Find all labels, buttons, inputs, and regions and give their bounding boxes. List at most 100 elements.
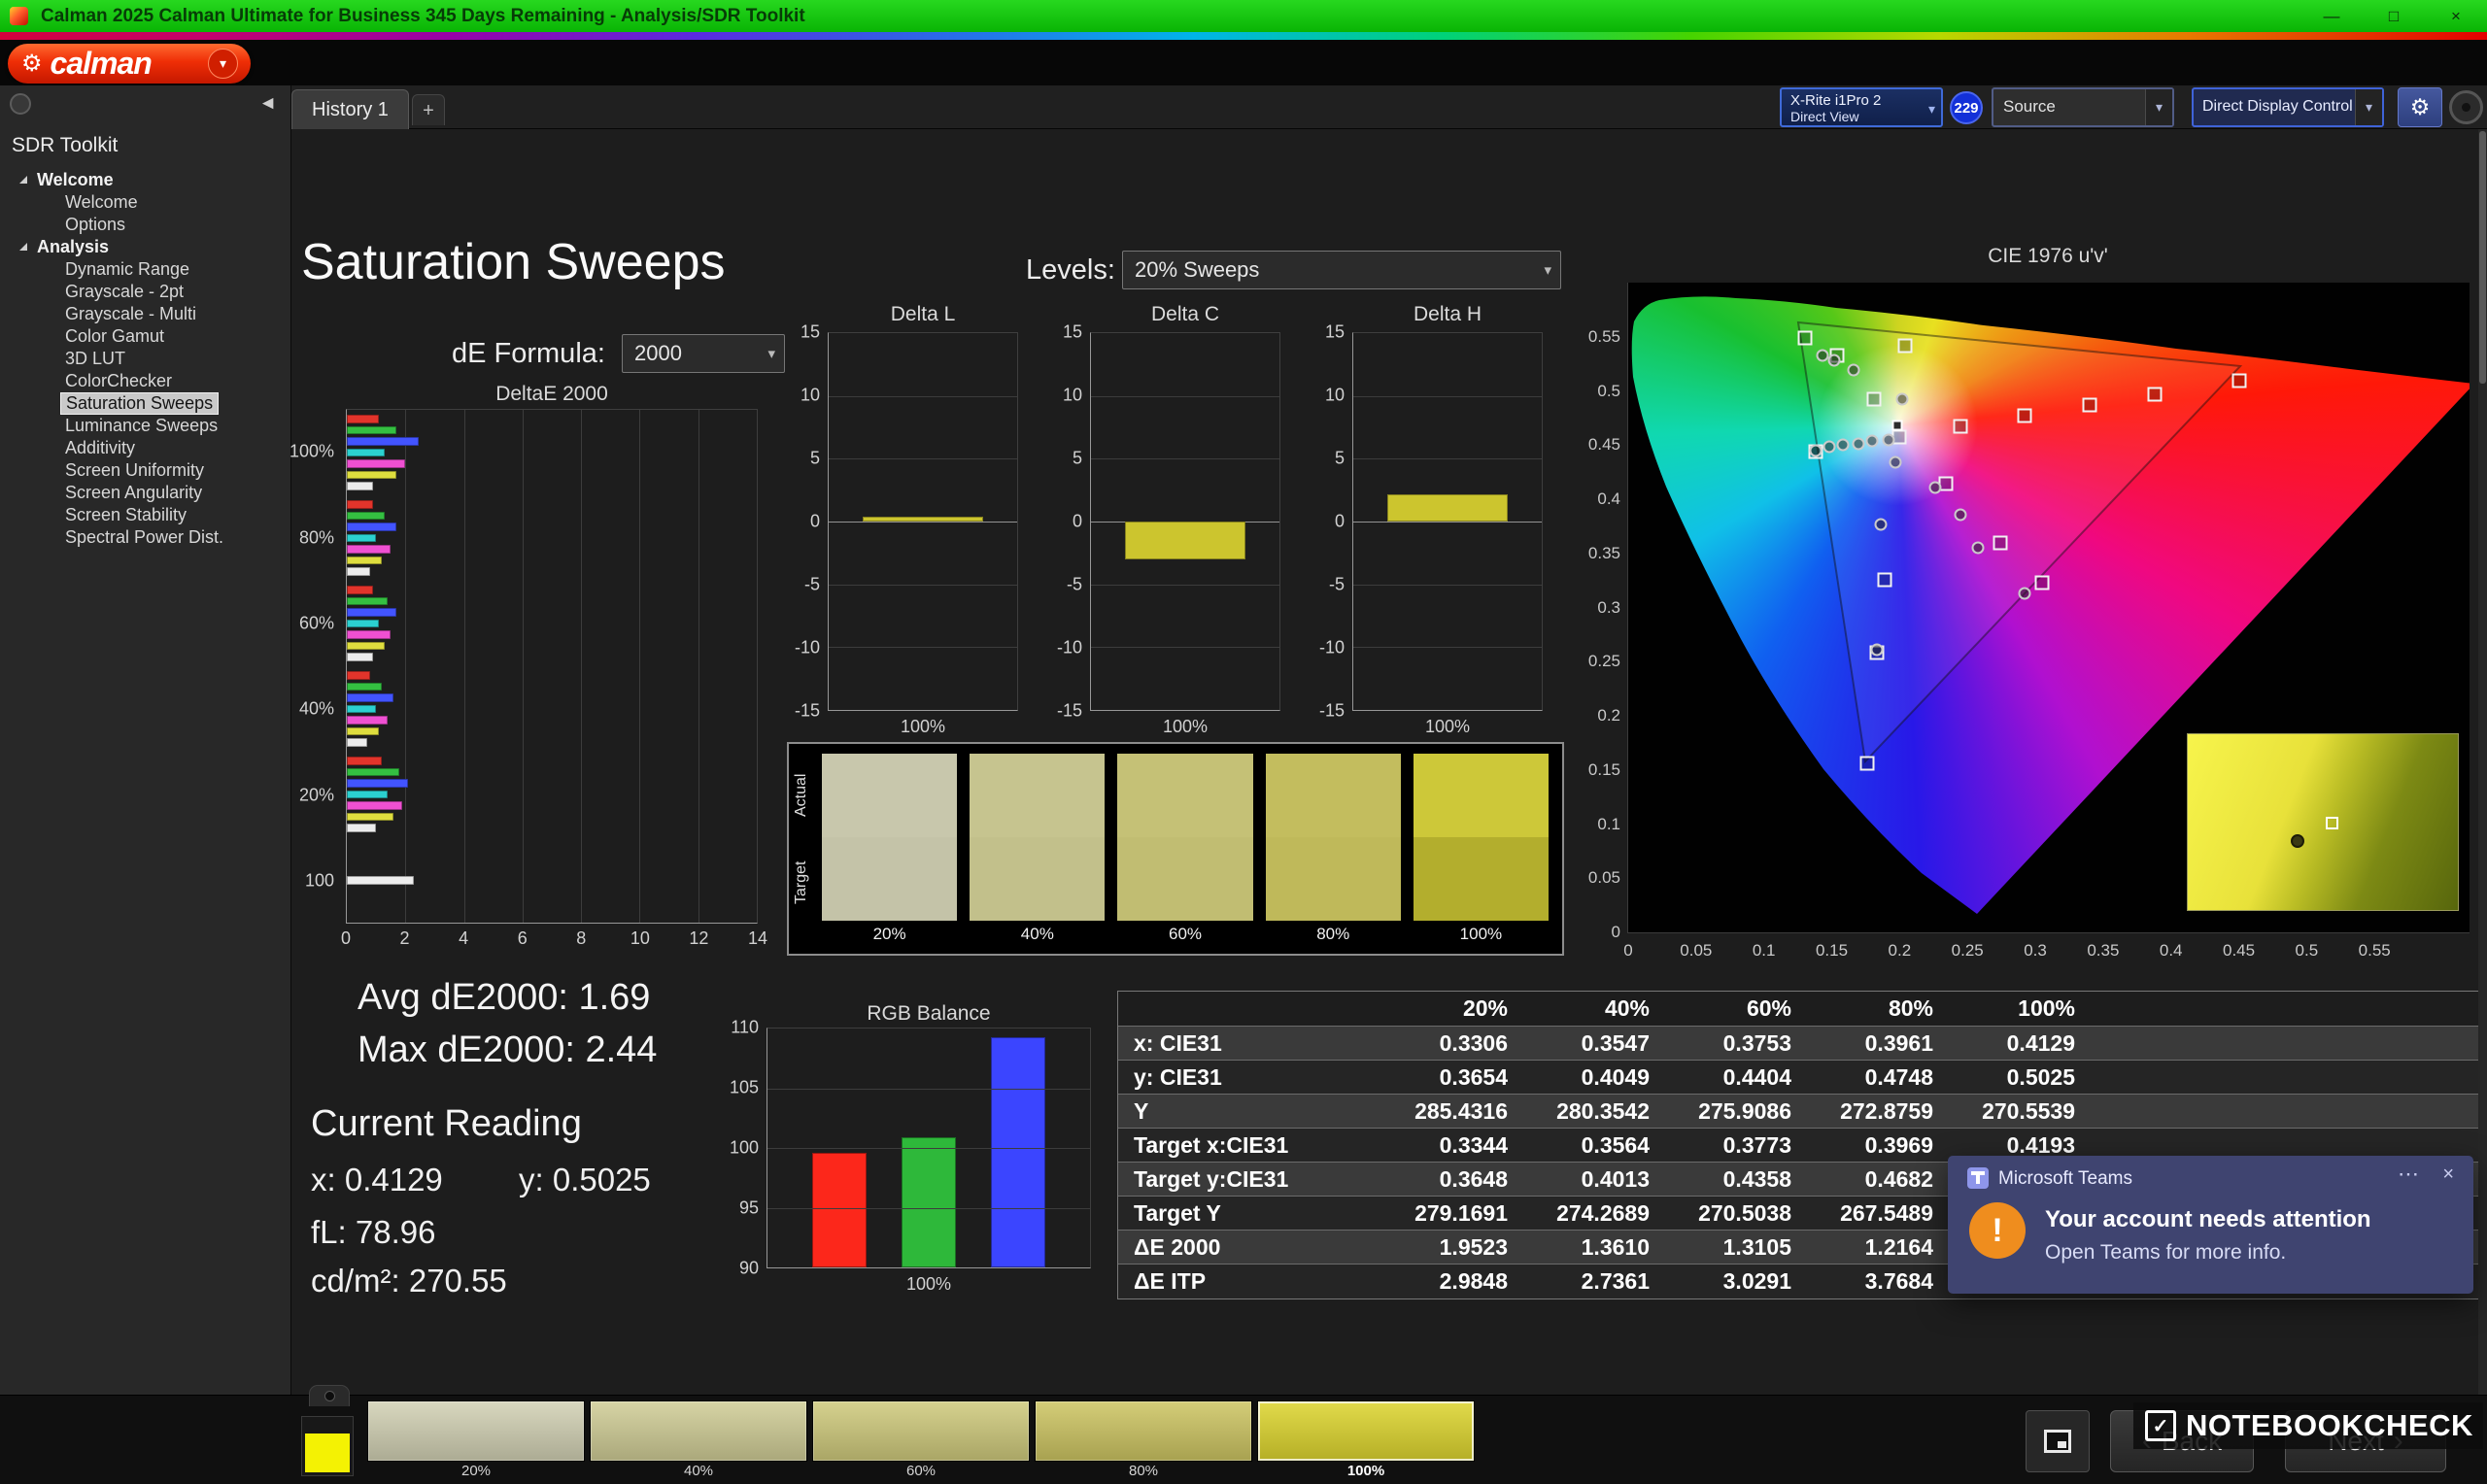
axis-label: 100% [828, 717, 1018, 737]
minimize-button[interactable]: — [2300, 0, 2363, 32]
close-icon[interactable]: × [2442, 1164, 2454, 1186]
table-cell: 270.5539 [1943, 1098, 2085, 1125]
inset-target-point [2326, 817, 2338, 829]
collapse-sidebar-button[interactable]: ◄ [258, 93, 277, 115]
bar [347, 426, 396, 435]
axis-tick-label: 10 [1063, 385, 1082, 405]
pattern-drawer-tab[interactable] [309, 1385, 350, 1406]
pattern-tile-80%[interactable] [1036, 1401, 1251, 1461]
axis-tick-label: 10 [630, 928, 650, 949]
pattern-tile-60%[interactable] [813, 1401, 1029, 1461]
current-pattern-tile[interactable] [301, 1416, 354, 1476]
sidebar-item-additivity[interactable]: Additivity [0, 437, 290, 459]
sidebar-item-saturation-sweeps[interactable]: Saturation Sweeps [0, 392, 290, 415]
meter-dropdown[interactable]: X-Rite i1Pro 2 Direct View ▾ [1780, 87, 1943, 127]
sidebar-item-luminance-sweeps[interactable]: Luminance Sweeps [0, 415, 290, 437]
sidebar-item-screen-uniformity[interactable]: Screen Uniformity [0, 459, 290, 482]
sidebar-group[interactable]: Analysis [0, 236, 290, 258]
deltae2000-xlabels: 02468101214 [346, 928, 758, 952]
pattern-tile-20%[interactable] [368, 1401, 584, 1461]
add-tab-button[interactable]: + [412, 94, 445, 125]
pattern-label: 60% [813, 1463, 1029, 1479]
target-point [2147, 387, 2162, 401]
teams-notification[interactable]: Microsoft Teams ⋯ × ! Your account needs… [1948, 1156, 2473, 1294]
sidebar-item-3d-lut[interactable]: 3D LUT [0, 348, 290, 370]
sidebar-item-label: Grayscale - Multi [60, 304, 201, 324]
axis-tick-label: 105 [730, 1078, 759, 1098]
more-options-icon[interactable]: ⋯ [2398, 1162, 2419, 1187]
delta-l-ylabels: 151050-5-10-15 [767, 332, 820, 711]
panel-menu-button[interactable] [10, 93, 31, 115]
warning-icon: ! [1969, 1202, 2026, 1259]
source-label: Source [2003, 97, 2056, 116]
levels-dropdown[interactable]: 20% Sweeps ▾ [1122, 251, 1561, 289]
sidebar-item-spectral-power-dist-[interactable]: Spectral Power Dist. [0, 526, 290, 549]
sidebar-item-grayscale-2pt[interactable]: Grayscale - 2pt [0, 281, 290, 303]
swatch-label: 80% [1266, 925, 1401, 944]
sidebar-item-dynamic-range[interactable]: Dynamic Range [0, 258, 290, 281]
sidebar-item-label: ColorChecker [60, 371, 177, 391]
sidebar-item-welcome[interactable]: Welcome [0, 191, 290, 214]
chart-title: Delta H [1352, 303, 1543, 326]
de-formula-value: 2000 [634, 335, 682, 372]
pattern-window-icon [2044, 1430, 2071, 1453]
table-cell: 0.4404 [1659, 1064, 1801, 1091]
scrollbar-thumb[interactable] [2479, 131, 2486, 384]
workflow-label: Direct Display Control [2202, 98, 2353, 115]
axis-tick-label: -5 [1329, 574, 1345, 594]
close-button[interactable]: × [2425, 0, 2487, 32]
sidebar-item-options[interactable]: Options [0, 214, 290, 236]
axis-tick-label: 0.05 [1680, 941, 1712, 961]
bar [347, 534, 376, 543]
table-cell: 0.3547 [1517, 1030, 1659, 1057]
bar-blue [991, 1037, 1045, 1267]
sidebar-item-screen-stability[interactable]: Screen Stability [0, 504, 290, 526]
sidebar-item-screen-angularity[interactable]: Screen Angularity [0, 482, 290, 504]
axis-tick-label: 10 [801, 385, 820, 405]
pattern-tile-40%[interactable] [591, 1401, 806, 1461]
vertical-scrollbar[interactable] [2478, 129, 2487, 1395]
pattern-tile-100%[interactable] [1258, 1401, 1474, 1461]
axis-tick-label: 0.3 [1576, 598, 1620, 618]
table-cell: 0.4129 [1943, 1030, 2085, 1057]
source-dropdown[interactable]: Source ▾ [1992, 87, 2174, 127]
table-cell: 1.3105 [1659, 1234, 1801, 1261]
axis-tick-label: 0.3 [2024, 941, 2047, 961]
deltae2000-chart: DeltaE 2000 100%80%60%40%20%100 02468101… [262, 383, 767, 961]
current-cdm2-reading: cd/m²: 270.55 [311, 1263, 507, 1299]
axis-tick-label: 0 [810, 512, 820, 532]
round-knob-button[interactable] [2449, 90, 2483, 124]
maximize-button[interactable]: □ [2363, 0, 2425, 32]
settings-gear-button[interactable]: ⚙ [2398, 87, 2442, 127]
de-formula-dropdown[interactable]: 2000 ▾ [622, 334, 785, 373]
measured-point [1883, 433, 1895, 446]
table-cell: 272.8759 [1801, 1098, 1943, 1125]
gridline [767, 1089, 1090, 1090]
bar [347, 567, 370, 576]
tab-history-1[interactable]: History 1 [291, 89, 409, 129]
chart-title: CIE 1976 u'v' [1627, 245, 2469, 268]
calman-menu-button[interactable]: ▾ [208, 49, 238, 79]
pattern-window-button[interactable] [2026, 1410, 2090, 1472]
axis-tick-label: 0.35 [2087, 941, 2119, 961]
pattern-label: 100% [1258, 1463, 1474, 1479]
axis-tick-label: 15 [801, 322, 820, 343]
workflow-dropdown[interactable]: Direct Display Control ▾ [2192, 87, 2384, 127]
check-icon: ✓ [2145, 1410, 2176, 1441]
swatch-label: 100% [1414, 925, 1549, 944]
measured-point [1866, 434, 1879, 447]
axis-tick-label: 0 [1335, 512, 1345, 532]
chart-title: Delta L [828, 303, 1018, 326]
axis-tick-label: 20% [299, 785, 334, 805]
chart-title: RGB Balance [767, 1002, 1091, 1026]
gridline [1091, 458, 1279, 459]
gridline [829, 396, 1017, 397]
sidebar-item-grayscale-multi[interactable]: Grayscale - Multi [0, 303, 290, 325]
bar [347, 471, 396, 480]
pattern-label: 80% [1036, 1463, 1251, 1479]
sidebar-item-color-gamut[interactable]: Color Gamut [0, 325, 290, 348]
bar [347, 512, 385, 521]
sidebar-group[interactable]: Welcome [0, 169, 290, 191]
sidebar-item-colorchecker[interactable]: ColorChecker [0, 370, 290, 392]
axis-tick-label: 14 [748, 928, 767, 949]
